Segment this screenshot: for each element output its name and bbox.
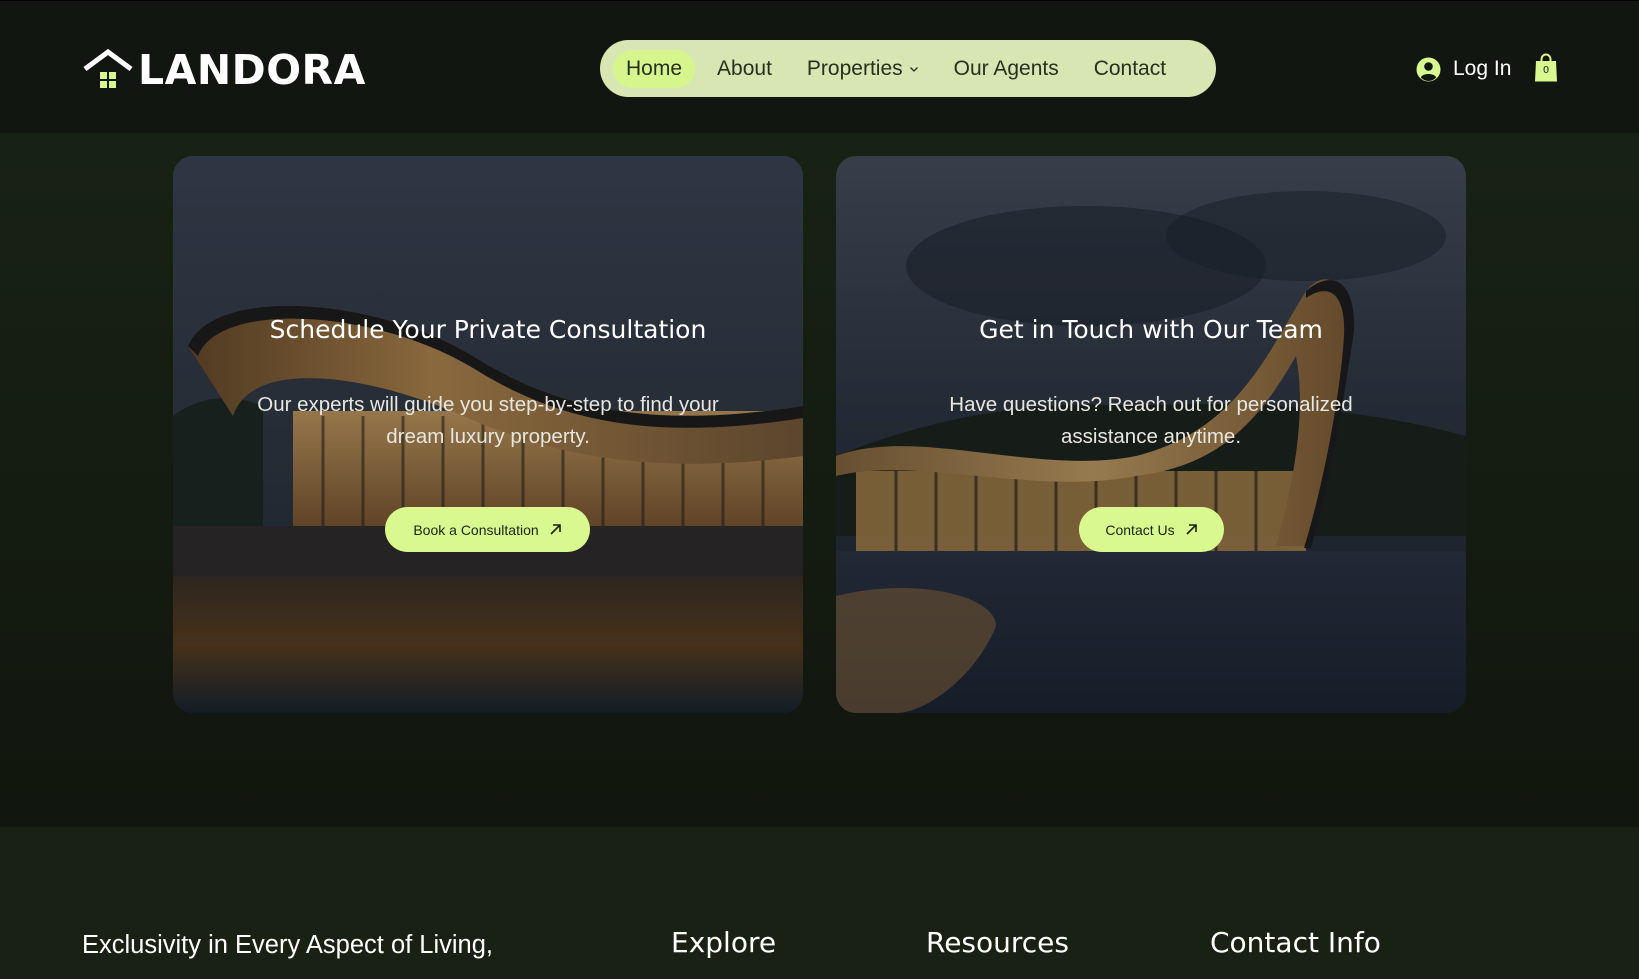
logo[interactable]: LANDORA (82, 45, 366, 95)
card-description: Our experts will guide you step-by-step … (257, 393, 719, 448)
site-header: LANDORA Home About Properties Our Agents… (0, 0, 1639, 133)
nav-item-label: Contact (1093, 56, 1167, 80)
home-logo-icon (83, 48, 133, 88)
nav-item-label: Properties (806, 56, 903, 80)
button-label: Book a Consultation (413, 521, 539, 538)
cta-cards-section: Schedule Your Private Consultation Our e… (0, 133, 1639, 827)
brand-name: LANDORA (138, 45, 366, 94)
chevron-down-icon (909, 66, 918, 72)
cart-count: 0 (1542, 65, 1550, 76)
nav-item-label: About (717, 56, 772, 80)
login-label: Log In (1453, 57, 1512, 80)
main-nav: Home About Properties Our Agents Contact (600, 40, 1216, 97)
nav-item-our-agents[interactable]: Our Agents (941, 50, 1072, 88)
nav-item-about[interactable]: About (704, 50, 785, 88)
contact-team-card: Get in Touch with Our Team Have question… (836, 156, 1466, 713)
user-icon (1416, 57, 1441, 81)
footer-heading-resources: Resources (926, 926, 1069, 959)
login-button[interactable]: Log In (1416, 52, 1511, 86)
footer-heading-explore: Explore (671, 926, 777, 959)
nav-item-label: Home (626, 56, 683, 80)
book-consultation-button[interactable]: Book a Consultation (385, 507, 590, 552)
footer-heading-contact-info: Contact Info (1210, 926, 1381, 959)
nav-item-properties[interactable]: Properties (794, 50, 932, 88)
cart-button[interactable]: 0 (1534, 53, 1558, 83)
nav-item-home[interactable]: Home (613, 49, 696, 88)
nav-item-contact[interactable]: Contact (1081, 50, 1179, 88)
card-title: Get in Touch with Our Team (979, 315, 1323, 344)
footer-tagline: Exclusivity in Every Aspect of Living, (82, 931, 494, 959)
button-label: Contact Us (1105, 521, 1175, 538)
consultation-card: Schedule Your Private Consultation Our e… (173, 156, 803, 713)
site-footer: Exclusivity in Every Aspect of Living, E… (0, 827, 1639, 979)
arrow-up-right-icon (550, 524, 561, 535)
nav-item-label: Our Agents (953, 56, 1059, 80)
card-description: Have questions? Reach out for personaliz… (949, 393, 1353, 448)
card-title: Schedule Your Private Consultation (269, 315, 707, 344)
contact-us-button[interactable]: Contact Us (1079, 507, 1224, 552)
arrow-up-right-icon (1186, 524, 1197, 535)
